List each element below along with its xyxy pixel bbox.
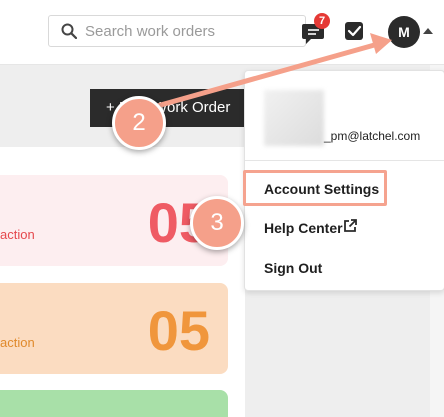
menu-item-help-center[interactable]: Help Center xyxy=(264,220,343,236)
card-label: action xyxy=(0,335,35,350)
card-label: action xyxy=(0,227,35,242)
search-icon xyxy=(61,23,77,39)
search-placeholder: Search work orders xyxy=(85,23,216,40)
user-email: _pm@latchel.com xyxy=(324,129,421,143)
notification-badge: 7 xyxy=(314,13,330,29)
external-link-icon xyxy=(344,219,357,232)
menu-divider xyxy=(245,160,444,161)
step-3-marker: 3 xyxy=(190,196,244,250)
status-card-pending[interactable]: action 05 xyxy=(0,283,228,374)
profile-photo xyxy=(264,90,324,146)
account-settings-highlight xyxy=(243,170,387,206)
step-2-marker: 2 xyxy=(112,96,166,150)
card-count: 05 xyxy=(147,299,210,362)
tasks-check-icon[interactable] xyxy=(343,20,365,42)
search-input[interactable]: Search work orders xyxy=(48,15,306,47)
status-card-complete[interactable] xyxy=(0,390,228,417)
top-header: Search work orders 7 M xyxy=(0,0,444,65)
menu-item-sign-out[interactable]: Sign Out xyxy=(264,260,322,276)
app-window: Search work orders 7 M + New Work Order … xyxy=(0,0,444,417)
caret-up-icon[interactable] xyxy=(423,27,433,35)
user-avatar-button[interactable]: M xyxy=(388,16,420,48)
